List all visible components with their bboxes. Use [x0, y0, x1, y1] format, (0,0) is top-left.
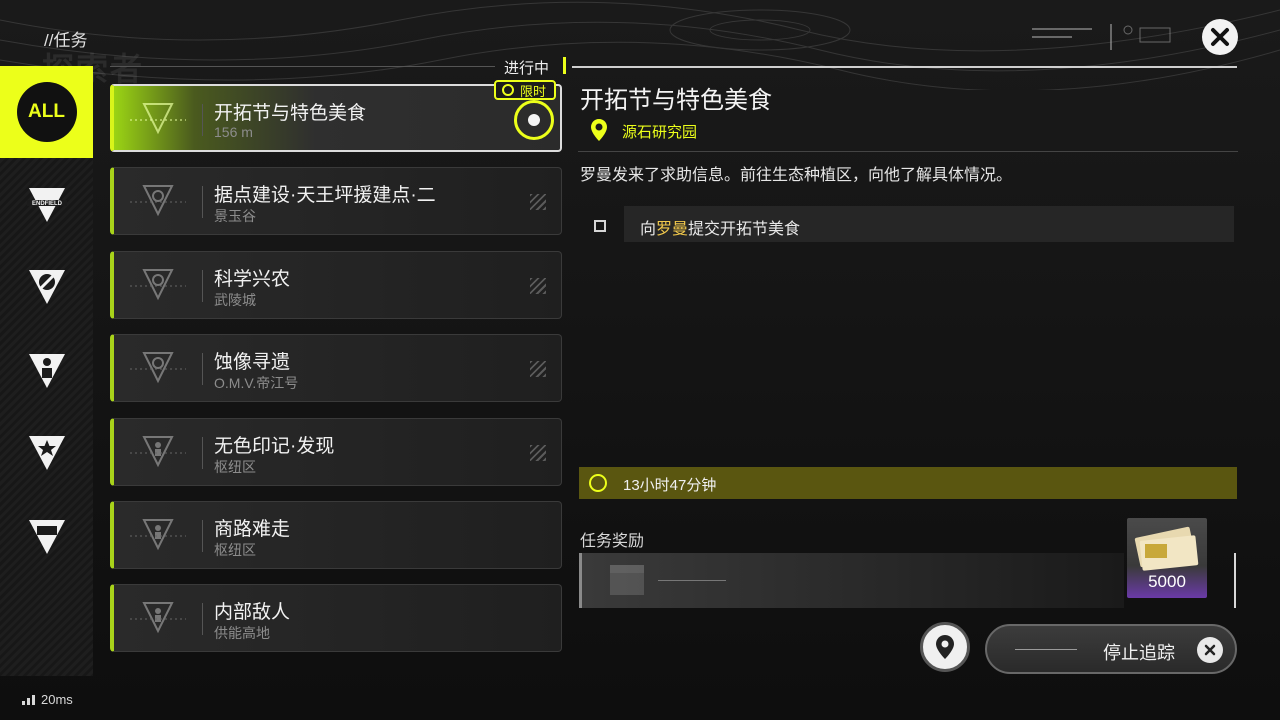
category-character[interactable] [0, 324, 93, 416]
endfield-icon-label: ENDFIELD [32, 201, 63, 207]
quest-divider [202, 186, 203, 218]
location-pin-icon [591, 119, 607, 141]
map-pin-icon [936, 635, 954, 659]
battery-icon [28, 520, 65, 554]
tracking-target-icon[interactable] [514, 100, 554, 140]
quest-type-icon [130, 519, 186, 551]
reward-arrow [658, 580, 726, 581]
quest-title: 据点建设·天王坪援建点·二 [214, 185, 436, 206]
quest-type-icon [130, 103, 186, 135]
category-all[interactable]: ALL [0, 66, 93, 158]
quest-location: 枢纽区 [214, 542, 256, 558]
all-badge: ALL [16, 82, 77, 142]
quest-title: 科学兴农 [214, 269, 291, 290]
close-icon [1197, 637, 1223, 663]
limited-time-label: 限时 [520, 83, 547, 99]
status-tick [563, 57, 566, 74]
hatch-decoration [530, 361, 546, 377]
star-icon [28, 436, 65, 470]
quest-title: 蚀像寻遗 [214, 352, 291, 373]
quest-item[interactable]: 开拓节与特色美食 156 m 限时 [110, 80, 562, 152]
status-label: 进行中 [504, 60, 550, 77]
quest-location: 源石研究园 [622, 124, 698, 141]
quest-title: 内部敌人 [214, 602, 291, 623]
quest-type-icon [130, 269, 186, 301]
timer-icon [589, 474, 607, 492]
quest-divider [202, 520, 203, 552]
hatch-decoration [530, 445, 546, 461]
button-decoration-line [1015, 649, 1077, 650]
quest-type-icon [130, 602, 186, 634]
quest-location: 枢纽区 [214, 459, 256, 475]
map-locate-button[interactable] [920, 622, 970, 672]
category-endfield[interactable]: ENDFIELD [0, 158, 93, 250]
quest-description: 罗曼发来了求助信息。前往生态种植区，向他了解具体情况。 [580, 167, 1013, 184]
hatch-decoration [530, 194, 546, 210]
quest-divider [202, 104, 203, 136]
person-icon [28, 354, 65, 388]
detail-header-divider [572, 66, 1237, 68]
category-explore[interactable] [0, 240, 93, 332]
objective-prefix: 向 [640, 221, 657, 238]
quest-item[interactable]: 科学兴农 武陵城 [110, 251, 562, 319]
quest-detail-title: 开拓节与特色美食 [580, 87, 772, 114]
close-button[interactable] [1202, 19, 1238, 55]
category-star[interactable] [0, 406, 93, 498]
detail-divider [578, 151, 1238, 152]
crate-icon [610, 565, 644, 595]
currency-voucher-icon [1134, 526, 1199, 571]
objective-text: 向罗曼提交开拓节美食 [640, 215, 800, 239]
reward-strip [579, 553, 1124, 608]
reward-label: 任务奖励 [580, 533, 645, 550]
clock-icon [502, 84, 514, 96]
quest-divider [202, 437, 203, 469]
reward-item[interactable]: 5000 [1127, 518, 1207, 598]
quest-type-icon [130, 352, 186, 384]
quest-location: 景玉谷 [214, 208, 256, 224]
quest-divider [202, 270, 203, 302]
quest-distance: 156 m [214, 124, 253, 140]
quest-item[interactable]: 无色印记·发现 枢纽区 [110, 418, 562, 486]
ping-value: 20ms [41, 692, 73, 707]
category-daily[interactable] [0, 490, 93, 582]
objective-checkbox-icon [594, 220, 606, 232]
close-icon [1211, 28, 1229, 46]
quest-divider [202, 603, 203, 635]
stop-tracking-label: 停止追踪 [1103, 643, 1175, 663]
quest-item[interactable]: 蚀像寻遗 O.M.V.帝江号 [110, 334, 562, 402]
hatch-decoration [530, 278, 546, 294]
network-ping: 20ms [22, 692, 73, 707]
hud-decoration-icon [1032, 24, 1171, 50]
objective-suffix: 提交开拓节美食 [688, 221, 801, 238]
quest-title: 商路难走 [214, 519, 291, 540]
quest-item[interactable]: 商路难走 枢纽区 [110, 501, 562, 569]
objective-npc-name: 罗曼 [656, 221, 689, 238]
signal-icon [22, 694, 35, 705]
quest-location: 供能高地 [214, 625, 270, 641]
endfield-icon: ENDFIELD [26, 188, 67, 222]
quest-title: 无色印记·发现 [214, 436, 335, 457]
limited-time-badge: 限时 [494, 80, 557, 100]
tracking-dot [528, 114, 540, 126]
quest-item[interactable]: 内部敌人 供能高地 [110, 584, 562, 652]
quest-location: O.M.V.帝江号 [214, 375, 299, 391]
category-sidebar: ALL ENDFIELD [0, 66, 93, 676]
time-remaining-bar: 13小时47分钟 [579, 467, 1237, 499]
stop-tracking-button[interactable]: 停止追踪 [985, 624, 1237, 674]
objective-row: 向罗曼提交开拓节美食 [624, 206, 1234, 242]
compass-icon [28, 270, 65, 304]
time-remaining: 13小时47分钟 [623, 477, 717, 494]
quest-type-icon [130, 436, 186, 468]
quest-type-icon [130, 185, 186, 217]
reward-scroll-edge [1234, 553, 1236, 608]
quest-divider [202, 353, 203, 385]
quest-item[interactable]: 据点建设·天王坪援建点·二 景玉谷 [110, 167, 562, 235]
reward-quantity: 5000 [1148, 572, 1186, 591]
quest-title: 开拓节与特色美食 [214, 103, 367, 124]
quest-location: 武陵城 [214, 292, 256, 308]
list-header-divider [110, 66, 495, 67]
